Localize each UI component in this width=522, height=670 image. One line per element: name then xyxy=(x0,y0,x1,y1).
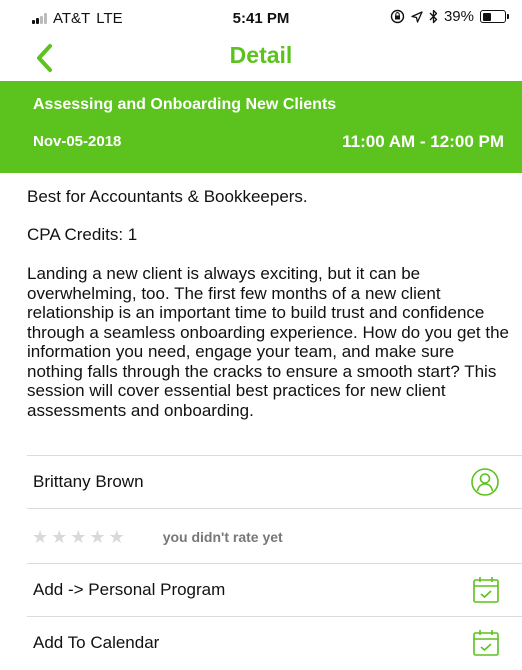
rating-status: you didn't rate yet xyxy=(162,529,283,545)
calendar-check-icon xyxy=(473,630,499,656)
battery-icon xyxy=(480,10,509,23)
user-icon xyxy=(471,468,499,496)
event-title: Assessing and Onboarding New Clients xyxy=(33,96,337,113)
battery-percent: 39% xyxy=(443,8,474,25)
star-icon[interactable]: ★ xyxy=(32,527,48,548)
speaker-row[interactable]: Brittany Brown xyxy=(27,456,522,508)
event-date: Nov-05-2018 xyxy=(33,133,122,150)
status-bar: AT&T LTE 5:41 PM 39% xyxy=(0,0,522,36)
rating-stars[interactable]: ★ ★ ★ ★ ★ xyxy=(32,527,125,548)
credits-text: CPA Credits: 1 xyxy=(27,225,138,244)
divider xyxy=(27,508,522,509)
status-right: 39% xyxy=(390,8,509,25)
location-icon xyxy=(411,10,423,23)
add-personal-program-label: Add -> Personal Program xyxy=(33,580,226,599)
add-personal-program-button[interactable]: Add -> Personal Program xyxy=(27,564,522,616)
rating-row: ★ ★ ★ ★ ★ you didn't rate yet xyxy=(32,522,283,552)
add-to-calendar-label: Add To Calendar xyxy=(33,633,160,652)
star-icon[interactable]: ★ xyxy=(89,527,105,548)
star-icon[interactable]: ★ xyxy=(51,527,67,548)
bluetooth-icon xyxy=(429,9,438,24)
speaker-name: Brittany Brown xyxy=(33,472,144,491)
nav-bar: Detail xyxy=(0,36,522,81)
event-header: Assessing and Onboarding New Clients Nov… xyxy=(0,81,522,173)
star-icon[interactable]: ★ xyxy=(70,527,86,548)
event-time: 11:00 AM - 12:00 PM xyxy=(342,132,504,151)
description-text: Landing a new client is always exciting,… xyxy=(27,264,509,420)
add-to-calendar-button[interactable]: Add To Calendar xyxy=(27,617,522,669)
orientation-lock-icon xyxy=(390,9,405,24)
audience-text: Best for Accountants & Bookkeepers. xyxy=(27,187,308,206)
page-title: Detail xyxy=(229,42,293,68)
star-icon[interactable]: ★ xyxy=(109,527,125,548)
calendar-check-icon xyxy=(473,577,499,603)
